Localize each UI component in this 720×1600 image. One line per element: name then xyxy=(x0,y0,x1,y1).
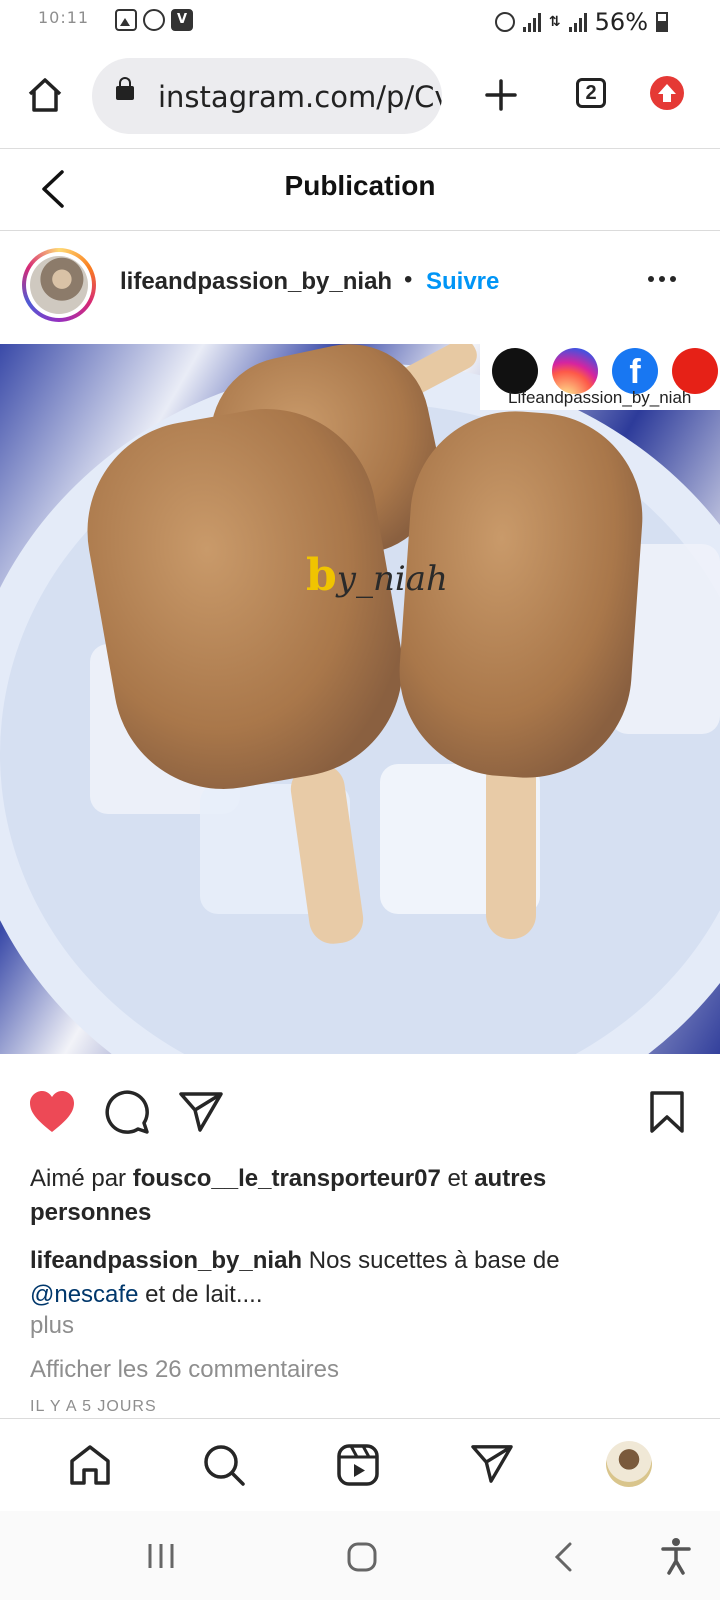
liked-by-user[interactable]: fousco__le_transporteur07 xyxy=(133,1165,441,1192)
like-heart-icon[interactable] xyxy=(28,1090,76,1134)
comment-icon[interactable] xyxy=(104,1089,150,1135)
back-button-icon[interactable] xyxy=(552,1541,576,1573)
bottom-navigation xyxy=(0,1418,720,1512)
bookmark-icon[interactable] xyxy=(648,1090,686,1134)
notification-icons: V xyxy=(115,9,193,31)
signal-icon xyxy=(568,12,587,32)
separator-dot: • xyxy=(404,266,413,293)
image-watermark: f Lifeandpassion_by_niah xyxy=(480,344,720,410)
system-navigation-bar xyxy=(0,1511,720,1600)
update-icon[interactable] xyxy=(650,76,684,110)
likes-text: Aimé par fousco__le_transporteur07 et au… xyxy=(30,1165,547,1226)
profile-nav-avatar[interactable] xyxy=(606,1441,652,1487)
page-header: Publication xyxy=(0,148,720,231)
url-text: instagram.com/p/Cv xyxy=(158,80,442,114)
search-icon[interactable] xyxy=(202,1443,246,1487)
follow-button[interactable]: Suivre xyxy=(426,268,499,296)
page-title: Publication xyxy=(284,170,436,201)
view-comments-link[interactable]: Afficher les 26 commentaires xyxy=(30,1356,339,1384)
caption-mention[interactable]: @nescafe xyxy=(30,1281,138,1308)
image-overlay-logo: by_niah xyxy=(306,550,448,601)
post-timestamp: IL Y A 5 JOURS xyxy=(30,1398,157,1415)
watermark-text: Lifeandpassion_by_niah xyxy=(508,388,692,407)
data-icon: ⇅ xyxy=(548,14,561,30)
system-icons: ⇅ 56% xyxy=(494,8,668,36)
tab-count-button[interactable]: 2 xyxy=(576,78,606,108)
home-button-icon[interactable] xyxy=(346,1541,378,1573)
home-nav-icon[interactable] xyxy=(68,1443,112,1487)
battery-percent: 56% xyxy=(594,8,648,36)
direct-messages-icon[interactable] xyxy=(470,1443,514,1485)
status-bar: 10:11 V ⇅ 56% xyxy=(0,0,720,44)
recent-apps-icon[interactable] xyxy=(146,1541,176,1571)
v-icon: V xyxy=(171,9,193,31)
browser-toolbar: instagram.com/p/Cv 2 xyxy=(0,44,720,149)
signal-icon xyxy=(522,12,541,32)
gallery-icon xyxy=(115,9,137,31)
reels-icon[interactable] xyxy=(336,1443,380,1487)
popsicle-photo xyxy=(0,344,720,1054)
lock-icon xyxy=(116,77,134,100)
status-time: 10:11 xyxy=(38,8,90,27)
address-bar[interactable]: instagram.com/p/Cv xyxy=(92,58,442,134)
more-options-icon[interactable] xyxy=(648,276,676,282)
new-tab-icon[interactable] xyxy=(484,78,518,112)
accessibility-icon[interactable] xyxy=(660,1537,692,1575)
whatsapp-icon xyxy=(143,9,165,31)
post-username[interactable]: lifeandpassion_by_niah xyxy=(120,268,392,296)
battery-icon xyxy=(656,12,668,32)
avatar-image xyxy=(30,256,88,314)
profile-avatar[interactable] xyxy=(22,248,96,322)
caption-username[interactable]: lifeandpassion_by_niah xyxy=(30,1247,302,1274)
more-caption-link[interactable]: plus xyxy=(30,1312,74,1340)
alarm-icon xyxy=(494,12,515,32)
home-icon[interactable] xyxy=(26,76,64,114)
post-caption: lifeandpassion_by_niah Nos sucettes à ba… xyxy=(30,1247,560,1308)
post-image[interactable]: by_niah f Lifeandpassion_by_niah xyxy=(0,344,720,1054)
share-icon[interactable] xyxy=(178,1090,224,1134)
